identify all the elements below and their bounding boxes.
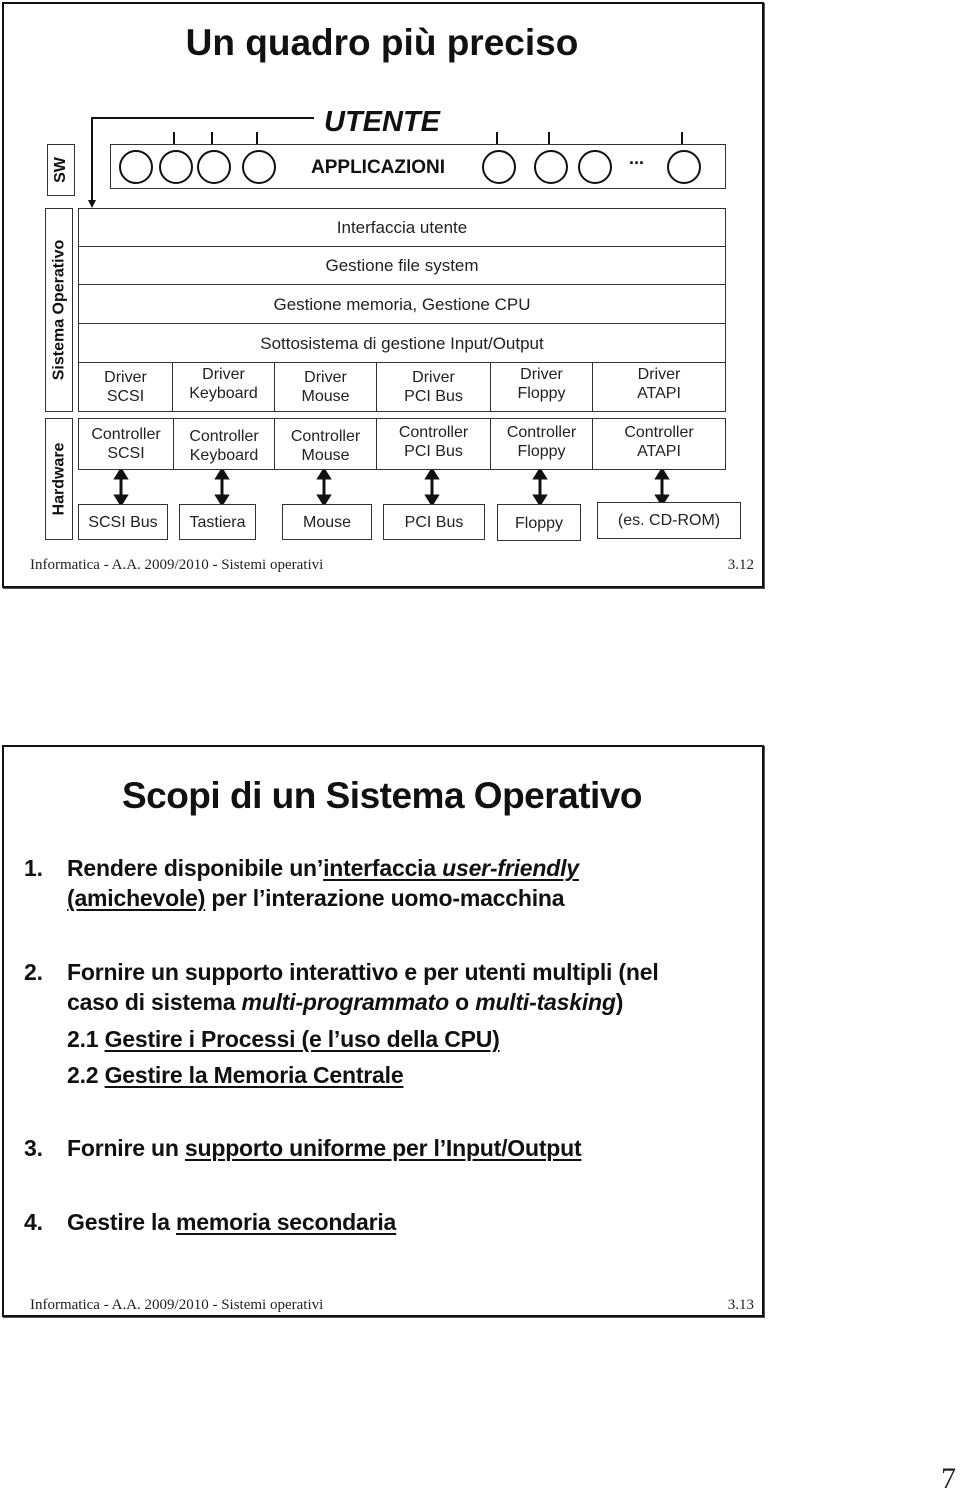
controller-label-line1: Controller: [290, 428, 361, 445]
device-mouse: Mouse: [282, 504, 372, 540]
hw-label: Hardware: [50, 442, 68, 516]
controller-scsi: Controller SCSI: [78, 418, 174, 470]
driver-label-line2: SCSI: [106, 388, 145, 405]
device-cd-rom: (es. CD-ROM): [597, 502, 741, 539]
bidirectional-arrows: [113, 467, 670, 507]
device-label: (es. CD-ROM): [617, 512, 721, 529]
driver-label-line2: Mouse: [301, 388, 350, 405]
controller-atapi: Controller ATAPI: [592, 418, 726, 470]
app-circle[interactable]: [242, 150, 276, 184]
driver-label-line1: Driver: [104, 369, 147, 386]
driver-label-line2: ATAPI: [637, 385, 681, 402]
os-layer-io-subsystem: Sottosistema di gestione Input/Output: [78, 323, 726, 363]
driver-label-line2: Keyboard: [189, 385, 258, 402]
item-3-number: 3.: [24, 1135, 43, 1161]
controller-floppy: Controller Floppy: [490, 418, 593, 470]
slide-number: 3.12: [727, 557, 754, 573]
controller-pci-bus: Controller PCI Bus: [376, 418, 491, 470]
driver-label-line1: Driver: [520, 366, 563, 383]
item-2-line-1: Fornire un supporto interattivo e per ut…: [67, 959, 659, 985]
device-label: Floppy: [514, 515, 564, 532]
slide-3-12: Un quadro più preciso UTENTE SW Sistema …: [2, 2, 764, 588]
more-apps-ellipsis: ...: [629, 148, 645, 168]
app-circle[interactable]: [119, 150, 153, 184]
item-2-2: 2.2 Gestire la Memoria Centrale: [67, 1062, 404, 1088]
os-label-box: Sistema Operativo: [45, 208, 73, 412]
os-layer-label: Gestione memoria, Gestione CPU: [273, 294, 531, 314]
driver-label-line1: Driver: [304, 369, 347, 386]
os-layer-memory-cpu: Gestione memoria, Gestione CPU: [78, 284, 726, 324]
sw-label-box: SW: [47, 144, 75, 196]
driver-label-line2: Floppy: [517, 385, 566, 402]
controller-label-line1: Controller: [398, 424, 469, 441]
app-circle[interactable]: [197, 150, 231, 184]
item-2-number: 2.: [24, 959, 43, 985]
driver-pci-bus: Driver PCI Bus: [376, 362, 491, 412]
item-1-number: 1.: [24, 855, 43, 881]
slide-number: 3.13: [727, 1297, 754, 1313]
device-label: Mouse: [302, 513, 352, 531]
controller-label-line2: Keyboard: [189, 447, 259, 464]
controller-label-line2: SCSI: [107, 445, 145, 462]
item-2-1: 2.1 Gestire i Processi (e l’uso della CP…: [67, 1026, 500, 1052]
item-4-text: Gestire la memoria secondaria: [67, 1209, 397, 1235]
device-scsi-bus: SCSI Bus: [78, 504, 168, 540]
driver-label-line2: PCI Bus: [404, 388, 463, 405]
app-circle[interactable]: [578, 150, 612, 184]
page-number: 7: [941, 1462, 956, 1495]
driver-mouse: Driver Mouse: [274, 362, 377, 412]
controller-label-line1: Controller: [91, 426, 161, 443]
device-label: Tastiera: [189, 513, 246, 531]
controller-label-line1: Controller: [189, 428, 259, 445]
slide-footer-left: Informatica - A.A. 2009/2010 - Sistemi o…: [30, 1297, 324, 1313]
driver-scsi: Driver SCSI: [78, 362, 173, 412]
slide-footer-left: Informatica - A.A. 2009/2010 - Sistemi o…: [30, 557, 324, 573]
hw-label-box: Hardware: [45, 418, 73, 540]
user-to-os-arrowhead: [88, 200, 96, 208]
controller-label-line2: PCI Bus: [404, 443, 463, 460]
controller-label-line1: Controller: [506, 424, 577, 441]
item-2-line-2: caso di sistema multi-programmato o mult…: [67, 989, 624, 1015]
app-circle[interactable]: [159, 150, 193, 184]
item-1-line-1: Rendere disponibile un’interfaccia user-…: [67, 855, 579, 881]
driver-floppy: Driver Floppy: [490, 362, 593, 412]
sw-label: SW: [52, 157, 69, 183]
slide-title: Scopi di un Sistema Operativo: [121, 775, 643, 816]
controller-label-line2: Mouse: [301, 447, 350, 464]
device-keyboard: Tastiera: [179, 504, 256, 540]
item-1-line-2: (amichevole) per l’interazione uomo-macc…: [67, 885, 565, 911]
os-label: Sistema Operativo: [50, 239, 67, 381]
device-label: SCSI Bus: [88, 513, 158, 531]
controller-label-line1: Controller: [624, 424, 694, 441]
controller-keyboard: Controller Keyboard: [173, 418, 275, 470]
device-floppy: Floppy: [497, 504, 581, 541]
device-pci-bus: PCI Bus: [383, 504, 485, 540]
controller-label-line2: Floppy: [517, 443, 566, 460]
controller-label-line2: ATAPI: [637, 443, 681, 460]
driver-label-line1: Driver: [637, 366, 681, 383]
os-layer-label: Gestione file system: [325, 256, 479, 275]
app-circle[interactable]: [667, 150, 701, 184]
item-4-number: 4.: [24, 1209, 43, 1235]
item-3-text: Fornire un supporto uniforme per l’Input…: [67, 1135, 582, 1161]
controller-mouse: Controller Mouse: [274, 418, 377, 470]
device-label: PCI Bus: [404, 513, 464, 531]
driver-label-line1: Driver: [412, 369, 455, 386]
app-circle[interactable]: [534, 150, 568, 184]
applications-box: APPLICAZIONI ...: [110, 144, 726, 189]
os-layer-label: Sottosistema di gestione Input/Output: [260, 333, 544, 353]
driver-label-line1: Driver: [202, 366, 245, 383]
slide-3-13: Scopi di un Sistema Operativo 1. Rendere…: [2, 745, 764, 1317]
driver-keyboard: Driver Keyboard: [172, 362, 275, 412]
os-layer-user-interface: Interfaccia utente: [78, 208, 726, 247]
applications-label: APPLICAZIONI: [311, 157, 446, 178]
highlight-interface: interfaccia user-friendly: [323, 855, 579, 881]
os-layer-file-system: Gestione file system: [78, 246, 726, 285]
app-circle[interactable]: [482, 150, 516, 184]
os-layer-label: Interfaccia utente: [336, 218, 468, 237]
driver-atapi: Driver ATAPI: [592, 362, 726, 412]
